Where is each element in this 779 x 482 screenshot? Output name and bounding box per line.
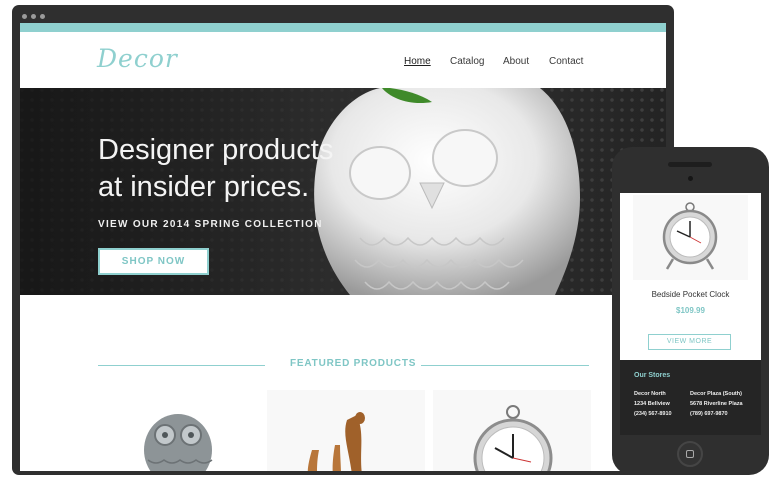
view-more-button[interactable]: VIEW MORE: [648, 334, 731, 350]
nav-catalog-link[interactable]: Catalog: [450, 56, 484, 67]
featured-divider-left: [98, 365, 265, 366]
window-dot-icon: [40, 14, 45, 19]
store-name: Decor Plaza (South): [690, 391, 742, 397]
store-name: Decor North: [634, 391, 666, 397]
featured-products-section: FEATURED PRODUCTS: [20, 295, 666, 471]
store-north: Decor North 1234 Bellview (234) 567-8910: [634, 389, 672, 419]
mobile-product-price: $109.99: [676, 306, 705, 315]
nav-about-link[interactable]: About: [503, 56, 529, 67]
store-address: 1234 Bellview: [634, 401, 670, 407]
store-south: Decor Plaza (South) 5678 Riverline Plaza…: [690, 389, 743, 419]
hero-headline: Designer products at insider prices.: [98, 134, 334, 203]
store-address: 5678 Riverline Plaza: [690, 401, 743, 407]
window-dot-icon: [31, 14, 36, 19]
featured-products-title: FEATURED PRODUCTS: [290, 358, 417, 369]
desktop-screen: Decor Home Catalog About Contact Designe…: [20, 23, 666, 471]
product-thumb-wood-figures[interactable]: [267, 390, 425, 471]
hero-banner: Designer products at insider prices. VIE…: [20, 88, 666, 295]
desktop-browser-frame: Decor Home Catalog About Contact Designe…: [12, 5, 674, 475]
phone-camera-icon: [688, 176, 693, 181]
home-square-icon: [686, 450, 694, 458]
top-accent-bar: [20, 23, 666, 32]
phone-home-button[interactable]: [677, 441, 703, 467]
site-header: Decor Home Catalog About Contact: [20, 32, 666, 88]
product-thumb-clock[interactable]: [433, 390, 591, 471]
mobile-product-name: Bedside Pocket Clock: [651, 290, 730, 299]
store-phone[interactable]: (789) 697-9870: [690, 409, 743, 419]
stores-title: Our Stores: [634, 372, 671, 379]
responsive-mockup: Decor Home Catalog About Contact Designe…: [0, 0, 779, 482]
featured-divider-right: [421, 365, 589, 366]
site-logo[interactable]: Decor: [97, 44, 178, 73]
shop-now-button[interactable]: SHOP NOW: [98, 248, 209, 275]
mobile-product-image[interactable]: [633, 195, 748, 280]
mobile-screen: Bedside Pocket Clock $109.99 VIEW MORE O…: [620, 193, 761, 435]
product-thumb-owl[interactable]: [108, 390, 266, 471]
window-dot-icon: [22, 14, 27, 19]
nav-home-link[interactable]: Home: [404, 56, 431, 67]
phone-speaker: [668, 162, 712, 167]
hero-subtitle: VIEW OUR 2014 SPRING COLLECTION: [98, 219, 323, 230]
store-phone[interactable]: (234) 567-8910: [634, 409, 672, 419]
nav-contact-link[interactable]: Contact: [549, 56, 583, 67]
mobile-phone-frame: Bedside Pocket Clock $109.99 VIEW MORE O…: [612, 147, 769, 475]
our-stores-section: Our Stores Decor North 1234 Bellview (23…: [620, 360, 761, 435]
